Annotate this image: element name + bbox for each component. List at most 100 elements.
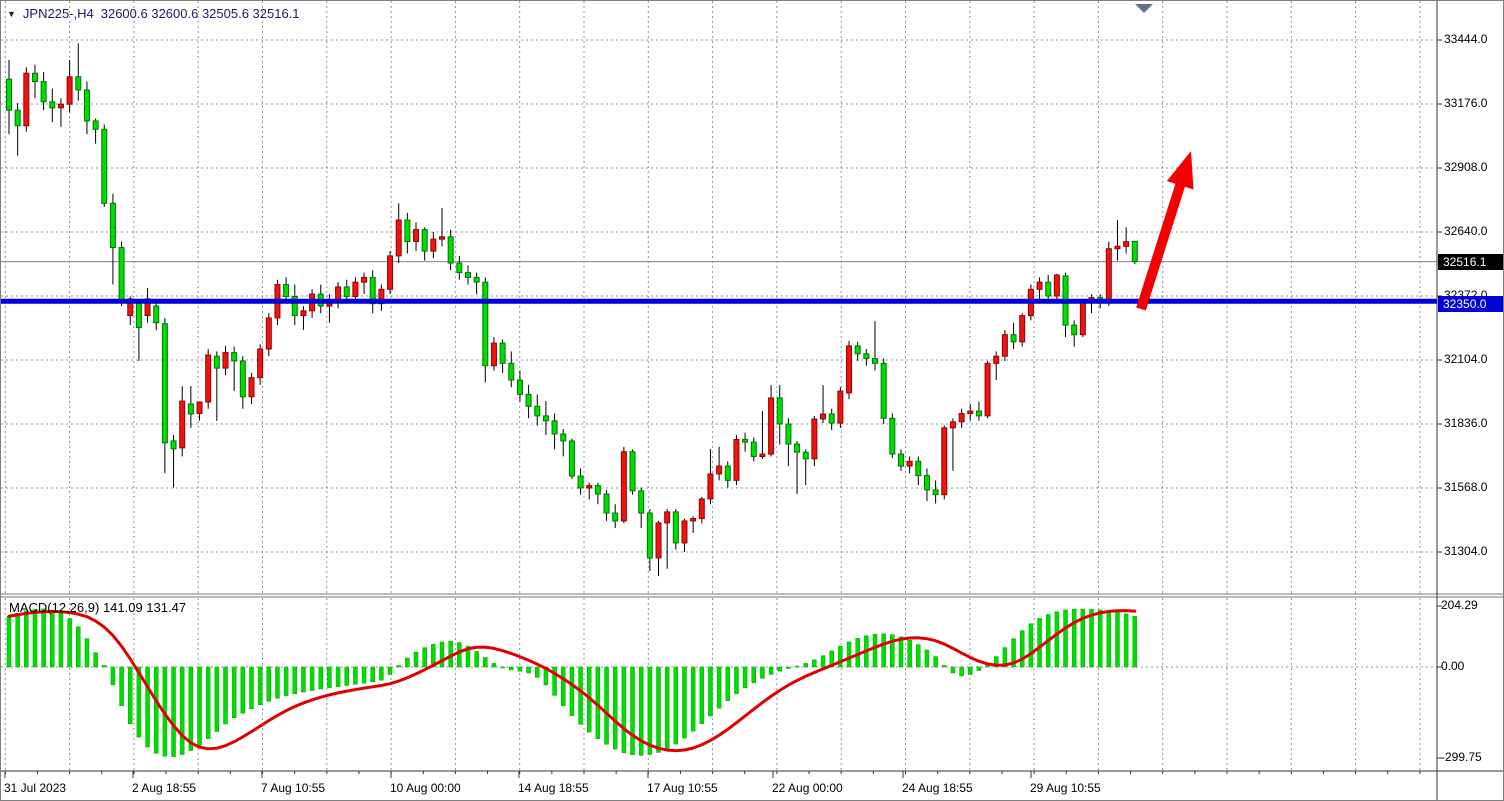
macd-histogram-bar [128,667,132,724]
time-axis-label: 29 Aug 10:55 [1030,781,1101,795]
macd-histogram-bar [648,667,652,754]
candle-body [266,318,271,349]
macd-axis-label: 0.00 [1441,659,1464,673]
macd-histogram-bar [665,667,669,749]
macd-histogram-bar [613,667,617,749]
candle-body [942,428,947,495]
price-axis-label: 31836.0 [1444,416,1487,430]
macd-histogram-bar [518,667,522,671]
candle-body [431,239,436,251]
candle-body [284,285,289,297]
macd-histogram-bar [570,667,574,716]
candle-body [509,363,514,380]
macd-histogram-bar [760,667,764,678]
macd-histogram-bar [33,609,37,667]
candle-body [708,474,713,499]
macd-histogram-bar [85,639,89,667]
candle-body [76,77,81,90]
macd-histogram-bar [977,667,981,671]
candle-body [344,287,349,297]
candle-body [1115,246,1120,248]
macd-histogram-bar [527,667,531,673]
chart-canvas[interactable] [1,1,1504,801]
candle-body [959,413,964,421]
macd-histogram-bar [440,642,444,667]
macd-histogram-bar [50,610,54,667]
macd-histogram-bar [882,634,886,667]
candle-body [613,513,618,521]
price-axis-label: 32640.0 [1444,224,1487,238]
macd-histogram-bar [778,667,782,671]
trend-arrow-icon[interactable] [1136,151,1193,311]
macd-histogram-bar [968,667,972,674]
candle-body [232,353,237,361]
macd-histogram-bar [847,642,851,667]
macd-histogram-bar [925,650,929,667]
macd-histogram-bar [1029,624,1033,667]
candle-body [93,121,98,129]
candle-body [855,346,860,354]
macd-histogram-bar [146,667,150,747]
macd-histogram-bar [1064,610,1068,667]
macd-histogram-bar [68,619,72,667]
macd-histogram-bar [405,658,409,667]
price-axis-label: 31304.0 [1444,544,1487,558]
candle-body [743,440,748,443]
macd-histogram-bar [345,667,349,686]
candle-body [1132,241,1137,261]
candle-body [838,391,843,423]
candle-body [1054,275,1059,296]
candle-body [950,422,955,428]
candle-body [517,380,522,394]
candle-body [890,418,895,454]
macd-values: 141.09 131.47 [103,600,186,615]
time-axis-label: 7 Aug 10:55 [261,781,325,795]
symbol-dropdown-icon[interactable]: ▼ [7,9,16,19]
macd-histogram-bar [708,667,712,716]
macd-histogram-bar [682,667,686,738]
candle-body [933,490,938,495]
candle-body [595,486,600,494]
candle-body [1072,325,1077,335]
macd-histogram-bar [726,667,730,701]
candle-body [119,248,124,301]
candle-body [180,401,185,448]
candle-body [526,394,531,406]
candle-body [15,110,20,126]
time-axis-label: 17 Aug 10:55 [647,781,718,795]
macd-histogram-bar [1124,614,1128,667]
candle-body [734,440,739,481]
candle-body [1124,242,1129,247]
macd-histogram-bar [492,663,496,667]
price-axis-label: 31568.0 [1444,480,1487,494]
candle-body [821,414,826,419]
candle-body [136,304,141,328]
macd-histogram-bar [267,667,271,701]
candle-body [630,452,635,491]
macd-histogram-bar [120,667,124,706]
macd-indicator-label: MACD(12,26,9) 141.09 131.47 [9,600,186,615]
macd-histogram-bar [1090,609,1094,667]
candle-body [500,343,505,363]
macd-histogram-bar [942,666,946,667]
candle-body [474,277,479,282]
macd-histogram-bar [579,667,583,724]
macd-histogram-bar [42,609,46,667]
macd-histogram-bar [388,667,392,674]
candle-body [50,102,55,108]
candle-body [665,512,670,523]
candle-body [682,521,687,543]
candle-body [171,441,176,449]
candle-body [561,434,566,441]
candle-body [864,354,869,359]
candle-body [751,442,756,456]
chart-shift-marker-icon[interactable] [1135,4,1153,13]
macd-histogram-bar [371,667,375,682]
macd-histogram-bar [786,667,790,668]
macd-histogram-bar [102,666,106,667]
candle-body [881,363,886,418]
candle-body [985,363,990,416]
time-axis-label: 24 Aug 18:55 [902,781,973,795]
candle-body [812,419,817,459]
candle-body [41,82,46,102]
